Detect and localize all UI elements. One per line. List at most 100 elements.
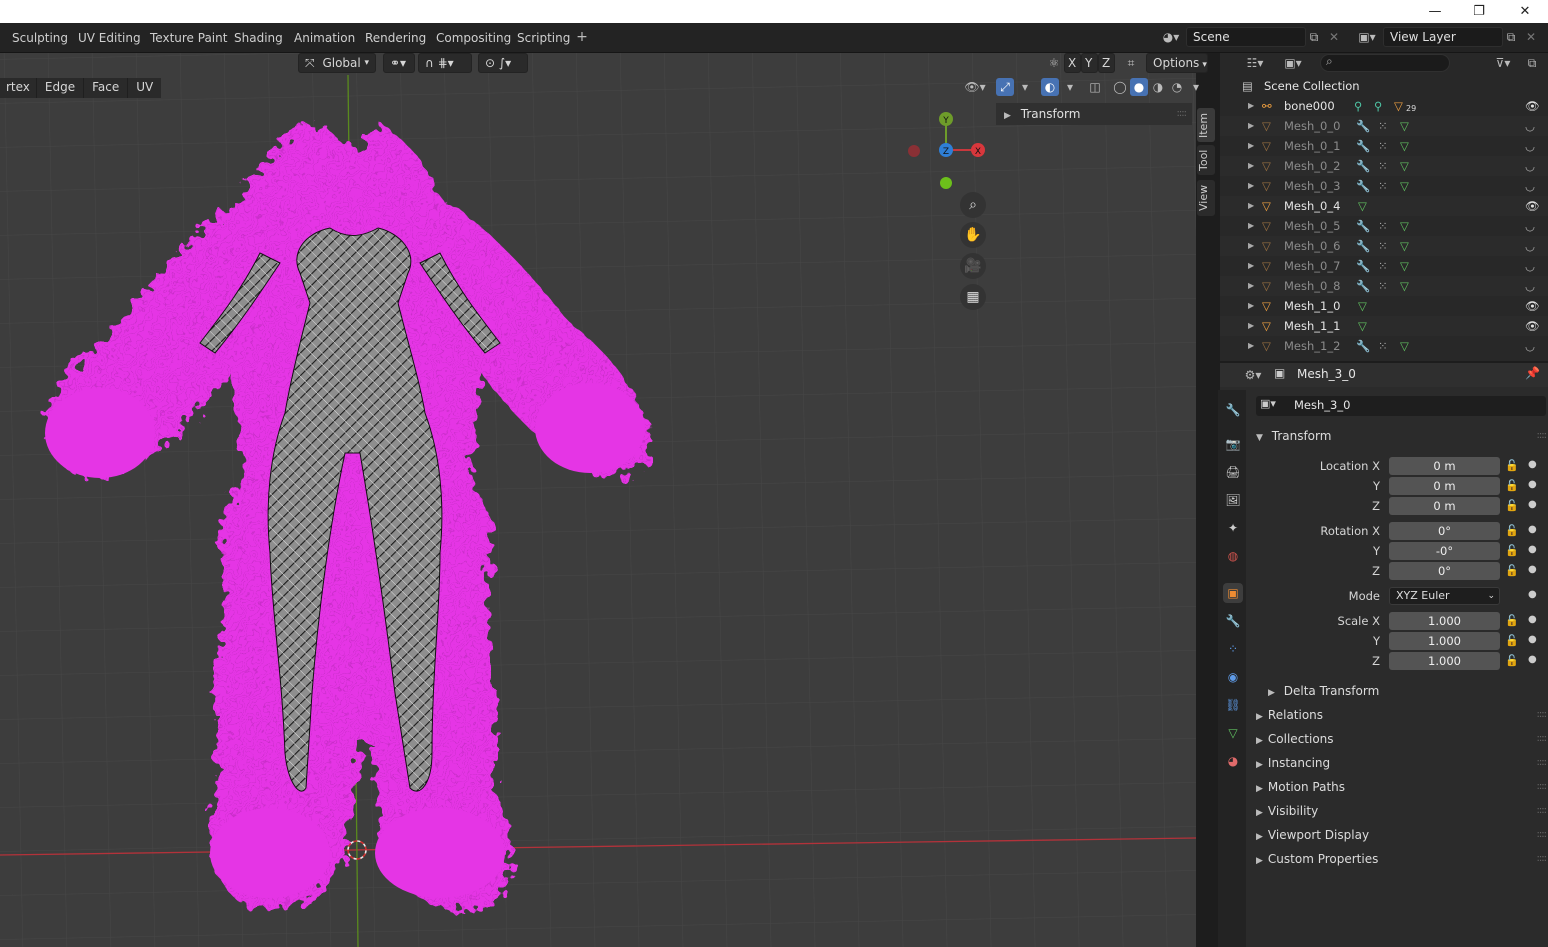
expand-arrow-icon[interactable]: ▶ xyxy=(1248,236,1254,256)
mesh-data-icon[interactable]: ▽ xyxy=(1400,276,1409,296)
physics-tab-icon[interactable]: ◉ xyxy=(1223,667,1243,687)
material-tab-icon[interactable]: ◕ xyxy=(1223,751,1243,771)
object-tab-icon[interactable]: ▣ xyxy=(1223,583,1243,603)
expand-arrow-icon[interactable]: ▶ xyxy=(1248,216,1254,236)
rotation-y-field[interactable]: -0° xyxy=(1389,542,1500,560)
mesh-data-icon[interactable]: ▽ xyxy=(1400,236,1409,256)
vertex-groups-icon[interactable]: ⁙ xyxy=(1378,136,1388,156)
eye-closed-icon[interactable]: ◡ xyxy=(1525,216,1535,236)
outliner-row[interactable]: ▶ ⚯ bone000 ⚲ ⚲ ▽ 29 👁 xyxy=(1220,96,1548,116)
overlays-toggle-icon[interactable]: ◐ xyxy=(1041,78,1059,96)
pin-icon[interactable]: 📌 xyxy=(1525,366,1540,380)
eye-open-icon[interactable]: 👁 xyxy=(1525,296,1540,316)
view-layer-remove-icon[interactable]: ✕ xyxy=(1522,28,1540,46)
eye-closed-icon[interactable]: ◡ xyxy=(1525,256,1535,276)
keyframe-dot-icon[interactable]: ● xyxy=(1528,634,1537,645)
modifier-wrench-icon[interactable]: 🔧 xyxy=(1356,156,1370,176)
view-layer-tab-icon[interactable]: 🖼 xyxy=(1223,490,1243,510)
keyframe-dot-icon[interactable]: ● xyxy=(1528,479,1537,490)
scene-browse-icon[interactable]: ◕▾ xyxy=(1158,28,1184,46)
pose-icon[interactable]: ⚲ xyxy=(1354,96,1362,116)
unlock-icon[interactable]: 🔓 xyxy=(1505,524,1519,537)
eye-closed-icon[interactable]: ◡ xyxy=(1525,276,1535,296)
tab-scripting[interactable]: Scripting xyxy=(510,27,577,49)
overlays-dropdown-icon[interactable]: ▾ xyxy=(1061,78,1079,96)
npanel-tab-tool[interactable]: Tool xyxy=(1197,145,1215,175)
npanel-tab-view[interactable]: View xyxy=(1197,180,1215,216)
keyframe-dot-icon[interactable]: ● xyxy=(1528,564,1537,575)
vertex-groups-icon[interactable]: ⁙ xyxy=(1378,216,1388,236)
modifier-wrench-icon[interactable]: 🔧 xyxy=(1356,256,1370,276)
modifier-wrench-icon[interactable]: 🔧 xyxy=(1356,236,1370,256)
mirror-icon[interactable]: ⚛ xyxy=(1045,54,1063,72)
expand-arrow-icon[interactable]: ▶ xyxy=(1248,116,1254,136)
vertex-groups-icon[interactable]: ⁙ xyxy=(1378,156,1388,176)
tab-uv-editing[interactable]: UV Editing xyxy=(71,27,148,49)
scene-tab-icon[interactable]: ✦ xyxy=(1223,518,1243,538)
vertex-groups-icon[interactable]: ⁙ xyxy=(1378,116,1388,136)
section-collections[interactable]: ▶ Collections:::: xyxy=(1256,728,1548,750)
outliner-row[interactable]: ▶ ▽ Mesh_1_1 ▽ 👁 xyxy=(1220,316,1548,336)
outliner-row[interactable]: ▶ ▽ Mesh_0_2 🔧 ⁙ ▽ ◡ xyxy=(1220,156,1548,176)
expand-arrow-icon[interactable]: ▶ xyxy=(1248,316,1254,336)
axis-z-toggle[interactable]: Z xyxy=(1098,53,1115,73)
gizmo-toggle-icon[interactable]: ⤢ xyxy=(996,78,1014,96)
gizmo-dropdown-icon[interactable]: ▾ xyxy=(1016,78,1034,96)
render-tab-icon[interactable]: 📷 xyxy=(1223,434,1243,454)
eye-open-icon[interactable]: 👁 xyxy=(1525,316,1540,336)
grip-icon[interactable]: :::: xyxy=(1537,848,1548,870)
armature-data-icon[interactable]: ⚲ xyxy=(1374,96,1382,116)
outliner-row[interactable]: ▶ ▽ Mesh_0_5 🔧 ⁙ ▽ ◡ xyxy=(1220,216,1548,236)
expand-arrow-icon[interactable]: ▶ xyxy=(1248,176,1254,196)
mesh-data-icon[interactable]: ▽ xyxy=(1400,136,1409,156)
outliner-row[interactable]: ▶ ▽ Mesh_0_8 🔧 ⁙ ▽ ◡ xyxy=(1220,276,1548,296)
tab-sculpting[interactable]: Sculpting xyxy=(5,27,75,49)
unlock-icon[interactable]: 🔓 xyxy=(1505,544,1519,557)
mesh-data-icon[interactable]: ▽ xyxy=(1400,256,1409,276)
rotation-x-field[interactable]: 0° xyxy=(1389,522,1500,540)
options-dropdown[interactable]: Options ▾ xyxy=(1146,53,1208,73)
transform-orientation-dropdown[interactable]: ⤧ Global ▾ xyxy=(298,53,376,73)
outliner-root-row[interactable]: ▤ Scene Collection xyxy=(1220,76,1548,96)
select-mode-edge[interactable]: Edge xyxy=(36,78,85,98)
unlock-icon[interactable]: 🔓 xyxy=(1505,479,1519,492)
keyframe-dot-icon[interactable]: ● xyxy=(1528,499,1537,510)
tool-tab-icon[interactable]: 🔧 xyxy=(1223,400,1243,420)
vertex-groups-icon[interactable]: ⁙ xyxy=(1378,256,1388,276)
keyframe-dot-icon[interactable]: ● xyxy=(1528,614,1537,625)
axis-y-toggle[interactable]: Y xyxy=(1081,53,1098,73)
npanel-tab-item[interactable]: Item xyxy=(1197,108,1215,142)
auto-merge-icon[interactable]: ⌗ xyxy=(1122,54,1140,72)
section-relations[interactable]: ▶ Relations:::: xyxy=(1256,704,1547,726)
outliner-row[interactable]: ▶ ▽ Mesh_0_7 🔧 ⁙ ▽ ◡ xyxy=(1220,256,1548,276)
particles-tab-icon[interactable]: ⁘ xyxy=(1223,639,1243,659)
outliner-search-input[interactable] xyxy=(1320,54,1450,72)
location-z-field[interactable]: 0 m xyxy=(1389,497,1500,515)
modifier-wrench-icon[interactable]: 🔧 xyxy=(1356,276,1370,296)
modifier-wrench-icon[interactable]: 🔧 xyxy=(1356,116,1370,136)
rotation-z-field[interactable]: 0° xyxy=(1389,562,1500,580)
eye-closed-icon[interactable]: ◡ xyxy=(1525,176,1535,196)
outliner-row[interactable]: ▶ ▽ Mesh_0_1 🔧 ⁙ ▽ ◡ xyxy=(1220,136,1548,156)
eye-closed-icon[interactable]: ◡ xyxy=(1525,116,1535,136)
modifier-tab-icon[interactable]: 🔧 xyxy=(1223,611,1243,631)
eye-closed-icon[interactable]: ◡ xyxy=(1525,136,1535,156)
grip-icon[interactable]: :::: xyxy=(1537,728,1548,750)
rotation-mode-dropdown[interactable]: XYZ Euler ⌄ xyxy=(1389,587,1500,605)
unlock-icon[interactable]: 🔓 xyxy=(1505,654,1519,667)
npanel-transform-header[interactable]: ▶ Transform :::: xyxy=(996,103,1192,125)
outliner-row[interactable]: ▶ ▽ Mesh_0_3 🔧 ⁙ ▽ ◡ xyxy=(1220,176,1548,196)
grip-icon[interactable]: :::: xyxy=(1177,103,1188,125)
shading-dropdown-icon[interactable]: ▾ xyxy=(1187,78,1205,96)
close-button[interactable]: ✕ xyxy=(1502,0,1548,23)
tab-shading[interactable]: Shading xyxy=(227,27,290,49)
expand-arrow-icon[interactable]: ▶ xyxy=(1248,136,1254,156)
eye-open-icon[interactable]: 👁 xyxy=(1525,96,1540,116)
eye-closed-icon[interactable]: ◡ xyxy=(1525,236,1535,256)
add-workspace-button[interactable]: + xyxy=(573,28,591,48)
grip-icon[interactable]: :::: xyxy=(1537,425,1548,447)
minimize-button[interactable]: — xyxy=(1412,0,1458,23)
tab-compositing[interactable]: Compositing xyxy=(429,27,518,49)
keyframe-dot-icon[interactable]: ● xyxy=(1528,544,1537,555)
proportional-edit-dropdown[interactable]: ⊙ ∫▾ xyxy=(478,53,528,73)
